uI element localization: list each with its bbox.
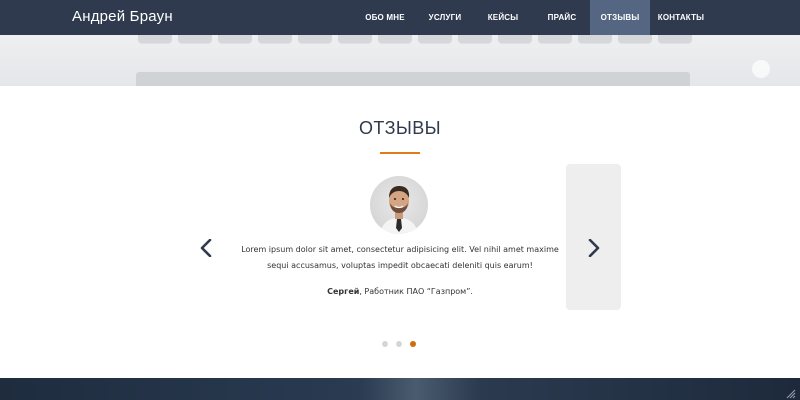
hero-keyboard-image: [0, 35, 800, 86]
author-name: Сергей: [327, 287, 360, 296]
carousel-dot-3[interactable]: [410, 341, 416, 347]
nav-item-contacts[interactable]: КОНТАКТЫ: [650, 0, 712, 35]
laptop-edge: [136, 72, 690, 86]
nav-item-price[interactable]: ПРАЙС: [534, 0, 590, 35]
carousel-dot-2[interactable]: [396, 341, 402, 347]
reviews-section: ОТЗЫВЫ Lorem ipsum dolor sit amet, conse…: [0, 86, 800, 378]
resize-handle-icon[interactable]: [786, 386, 796, 399]
review-text: Lorem ipsum dolor sit amet, consectetur …: [241, 245, 559, 270]
nav-item-cases[interactable]: КЕЙСЫ: [472, 0, 534, 35]
page: Андрей Браун ОБО МНЕ УСЛУГИ КЕЙСЫ ПРАЙС …: [0, 0, 800, 400]
next-section-background: [0, 378, 800, 400]
carousel-dots: [382, 341, 424, 347]
main-nav: ОБО МНЕ УСЛУГИ КЕЙСЫ ПРАЙС ОТЗЫВЫ КОНТАК…: [352, 0, 712, 35]
chevron-right-icon[interactable]: [584, 236, 604, 260]
light-glare: [752, 60, 770, 78]
top-navbar: Андрей Браун ОБО МНЕ УСЛУГИ КЕЙСЫ ПРАЙС …: [0, 0, 800, 35]
brand-logo-text[interactable]: Андрей Браун: [72, 8, 173, 25]
section-title: ОТЗЫВЫ: [359, 118, 441, 138]
carousel-dot-1[interactable]: [382, 341, 388, 347]
nav-item-reviews[interactable]: ОТЗЫВЫ: [590, 0, 650, 35]
review-author: Сергей, Работник ПАО “Газпром”.: [240, 287, 560, 296]
reviewer-avatar: [370, 176, 428, 234]
nav-item-about[interactable]: ОБО МНЕ: [352, 0, 418, 35]
title-underline: [380, 152, 420, 154]
author-role: , Работник ПАО “Газпром”.: [359, 287, 473, 296]
keyboard-keys: [138, 35, 698, 43]
chevron-left-icon[interactable]: [196, 236, 216, 260]
nav-item-services[interactable]: УСЛУГИ: [418, 0, 472, 35]
